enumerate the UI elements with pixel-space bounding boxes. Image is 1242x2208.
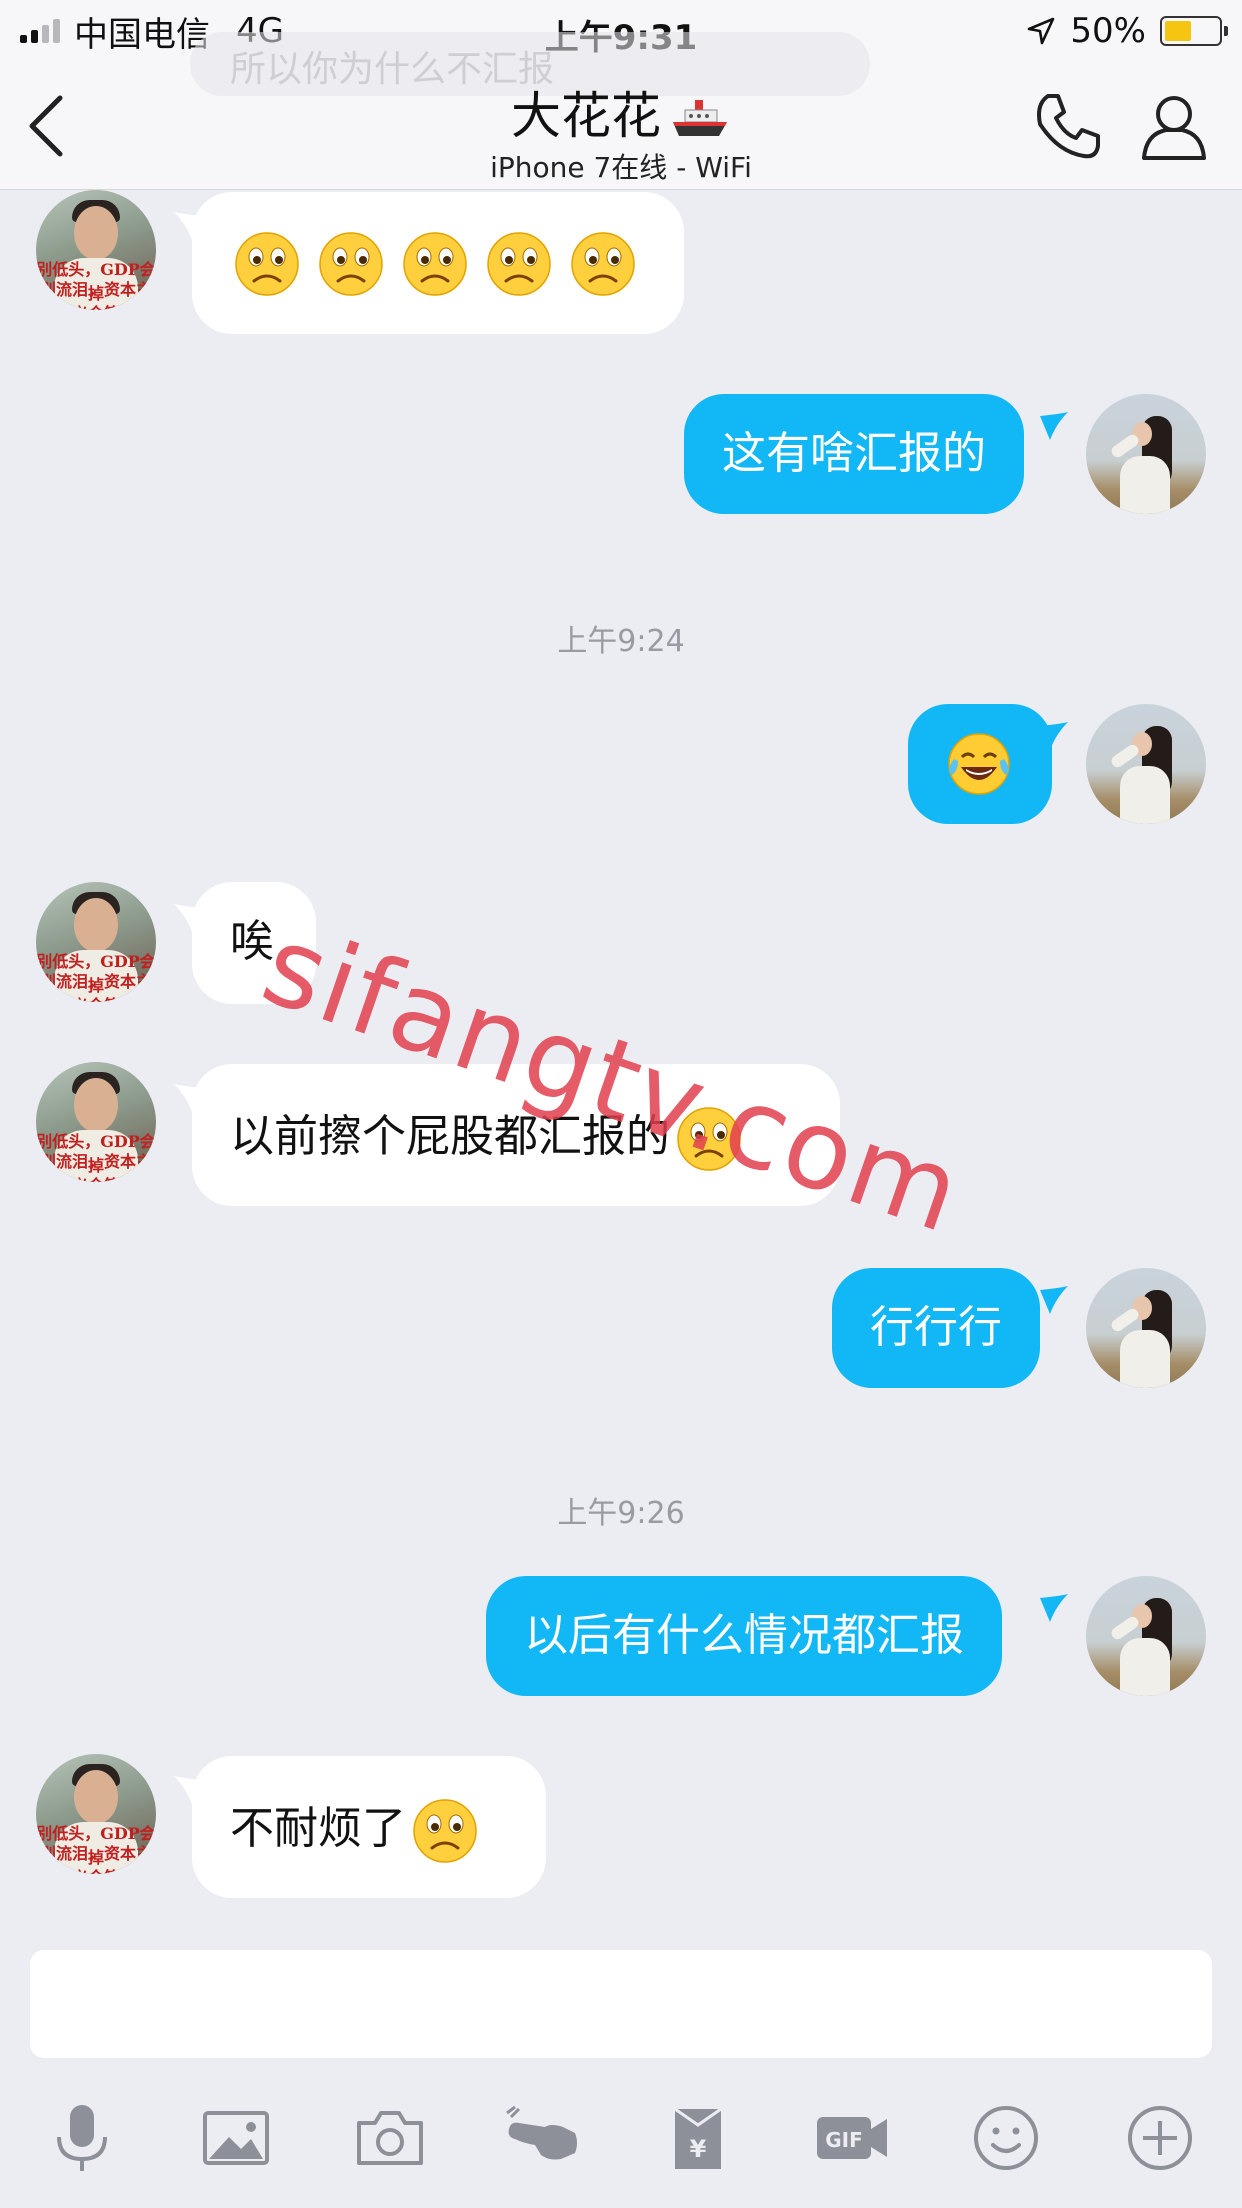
bubble-tail	[1040, 1594, 1068, 1622]
frowning-face-icon	[487, 232, 551, 296]
bubble-tail	[1040, 412, 1068, 440]
camera-button[interactable]	[346, 2094, 434, 2182]
gif-button[interactable]: GIF	[808, 2094, 896, 2182]
svg-text:GIF: GIF	[825, 2128, 863, 2152]
frowning-face-icon	[571, 232, 635, 296]
microphone-button[interactable]	[38, 2094, 126, 2182]
phone-icon[interactable]	[1030, 88, 1106, 164]
message-bubble[interactable]: 这有啥汇报的	[684, 394, 1024, 514]
svg-text:¥: ¥	[690, 2135, 707, 2163]
message-text: 不耐烦了	[230, 1803, 406, 1854]
avatar[interactable]	[1086, 394, 1206, 514]
battery-percent: 50%	[1070, 11, 1146, 51]
poke-icon	[506, 2105, 577, 2160]
avatar[interactable]: 别低头，GDP会掉别流泪，资本主义会笑	[36, 1062, 156, 1182]
avatar[interactable]	[1086, 1576, 1206, 1696]
message-bubble[interactable]: 以后有什么情况都汇报	[486, 1576, 1002, 1696]
red-envelope-button[interactable]: ¥	[654, 2094, 742, 2182]
avatar[interactable]	[1086, 704, 1206, 824]
message-bubble[interactable]	[908, 704, 1052, 824]
plus-button[interactable]	[1116, 2094, 1204, 2182]
red-envelope-icon: ¥	[674, 2107, 722, 2169]
gif-icon: GIF	[817, 2117, 887, 2159]
microphone-icon	[57, 2105, 107, 2171]
poke-button[interactable]	[500, 2094, 588, 2182]
message-bubble[interactable]: 行行行	[832, 1268, 1040, 1388]
image-icon	[203, 2111, 269, 2165]
frowning-face-icon	[403, 232, 467, 296]
frowning-face-emoji-row	[232, 224, 644, 304]
ship-icon	[673, 99, 727, 136]
frowning-face-icon	[413, 1799, 477, 1863]
frowning-face-icon	[319, 232, 383, 296]
avatar[interactable]: 别低头，GDP会掉别流泪，资本主义会笑	[36, 190, 156, 310]
timestamp: 上午9:24	[557, 624, 685, 659]
contact-name: 大花花	[511, 87, 661, 145]
avatar[interactable]: 别低头，GDP会掉别流泪，资本主义会笑	[36, 1754, 156, 1874]
battery-icon	[1160, 16, 1228, 46]
location-arrow-icon	[1028, 17, 1055, 45]
frowning-face-icon	[677, 1107, 741, 1171]
message-bubble[interactable]: 以前擦个屁股都汇报的	[192, 1064, 840, 1206]
input-toolbar: ¥ GIF	[0, 2094, 1242, 2194]
timestamp: 上午9:26	[557, 1496, 685, 1531]
message-bubble[interactable]	[192, 192, 684, 334]
profile-icon[interactable]	[1136, 88, 1212, 164]
camera-icon	[357, 2111, 423, 2165]
avatar[interactable]: 别低头，GDP会掉别流泪，资本主义会笑	[36, 882, 156, 1002]
frowning-face-icon	[235, 232, 299, 296]
chat-header: 所以你为什么不汇报 大花花 iPhone 7在线 - WiFi	[0, 32, 1242, 190]
message-input[interactable]	[30, 1950, 1212, 2058]
plus-icon	[1128, 2106, 1192, 2170]
avatar[interactable]	[1086, 1268, 1206, 1388]
message-bubble[interactable]: 唉	[192, 882, 316, 1004]
image-button[interactable]	[192, 2094, 280, 2182]
message-bubble[interactable]: 不耐烦了	[192, 1756, 546, 1898]
emoji-icon	[974, 2106, 1038, 2170]
bubble-tail	[1040, 1286, 1068, 1314]
tears-of-joy-icon	[948, 733, 1010, 795]
input-area: ¥ GIF	[0, 1926, 1242, 2208]
message-text: 以前擦个屁股都汇报的	[230, 1111, 670, 1162]
emoji-button[interactable]	[962, 2094, 1050, 2182]
